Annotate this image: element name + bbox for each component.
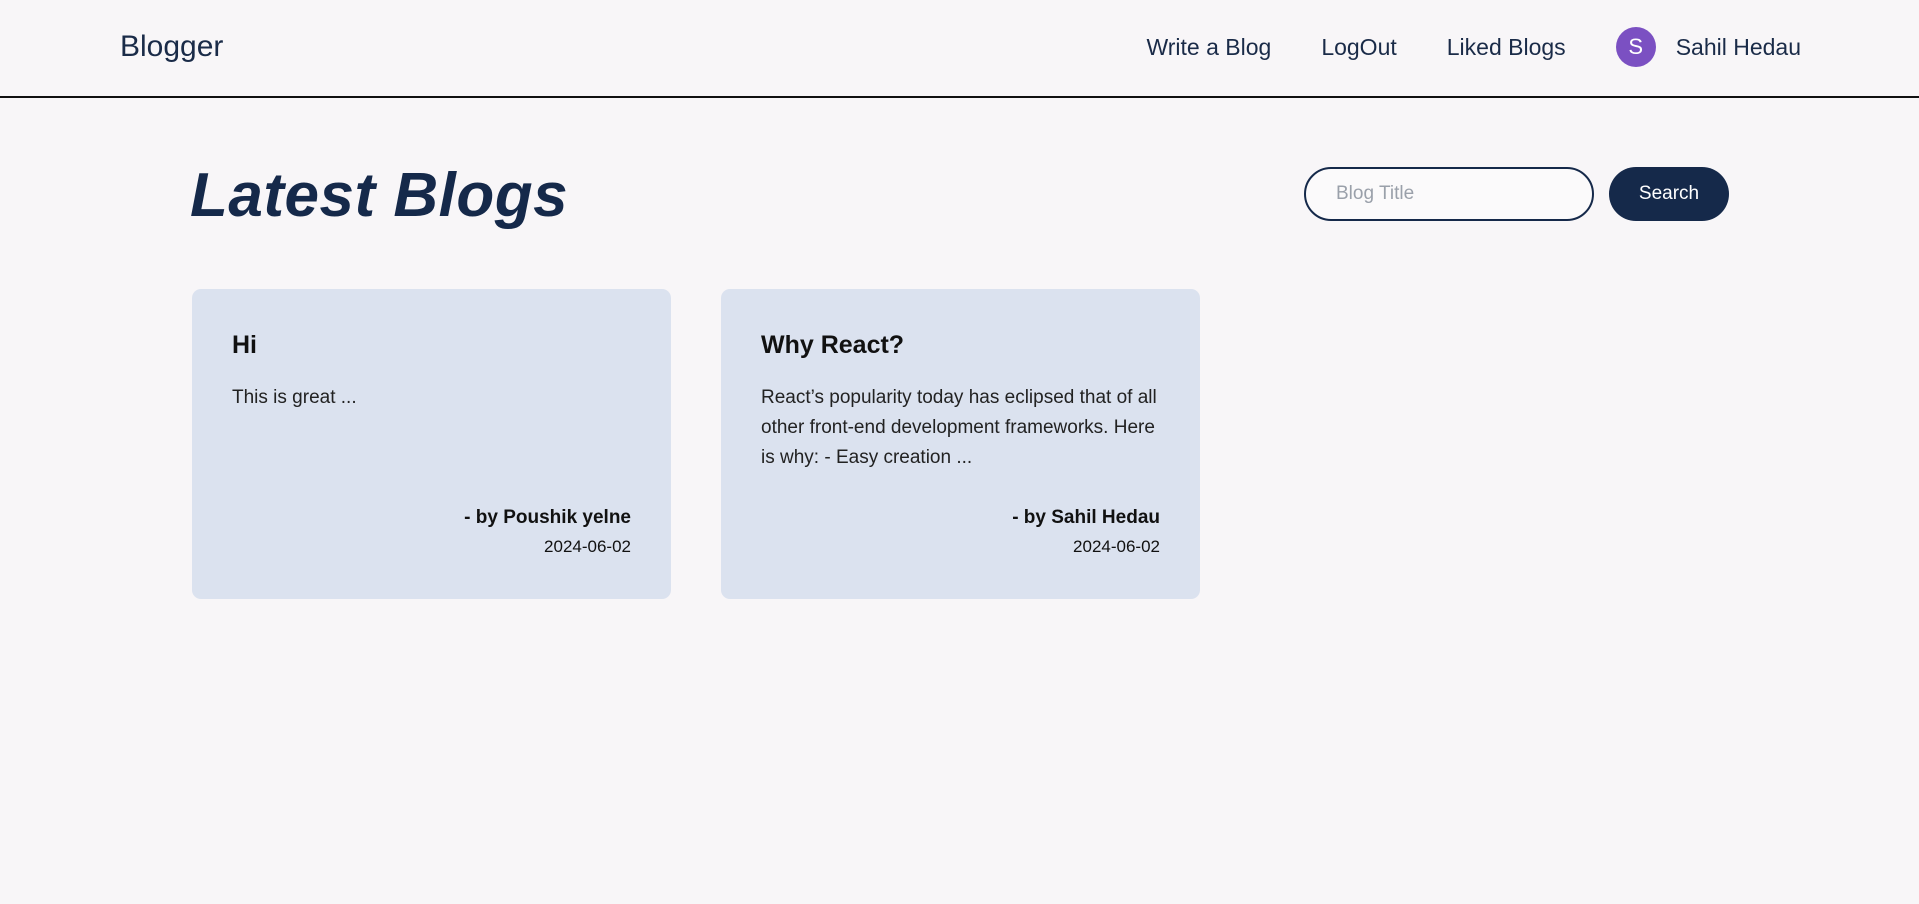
nav-logout[interactable]: LogOut xyxy=(1321,34,1396,61)
blog-card[interactable]: Why React? React’s popularity today has … xyxy=(721,289,1200,599)
blog-excerpt: React’s popularity today has eclipsed th… xyxy=(761,387,1157,468)
search-button[interactable]: Search xyxy=(1609,167,1729,221)
blog-author: - by Poushik yelne xyxy=(464,507,631,528)
blog-title: Hi xyxy=(232,331,257,359)
blog-title: Why React? xyxy=(761,331,905,359)
blog-list: Hi This is great ... - by Poushik yelne … xyxy=(192,289,1250,599)
blog-excerpt: This is great ... xyxy=(232,387,357,408)
user-name: Sahil Hedau xyxy=(1675,33,1801,60)
brand-logo[interactable]: Blogger xyxy=(120,30,223,64)
nav-links: Write a Blog LogOut Liked Blogs S Sahil … xyxy=(1146,24,1801,70)
blog-date: 2024-06-02 xyxy=(544,537,631,556)
page-title: Latest Blogs xyxy=(190,161,569,230)
avatar: S xyxy=(1615,27,1656,67)
navbar: Blogger Write a Blog LogOut Liked Blogs … xyxy=(0,0,1919,98)
user-menu[interactable]: S Sahil Hedau xyxy=(1615,27,1801,67)
blog-card[interactable]: Hi This is great ... - by Poushik yelne … xyxy=(192,289,671,599)
nav-write-blog[interactable]: Write a Blog xyxy=(1146,34,1271,61)
blog-author: - by Sahil Hedau xyxy=(1012,507,1160,528)
nav-liked-blogs[interactable]: Liked Blogs xyxy=(1447,34,1566,61)
search-input[interactable] xyxy=(1304,167,1594,221)
blog-date: 2024-06-02 xyxy=(1073,537,1160,556)
